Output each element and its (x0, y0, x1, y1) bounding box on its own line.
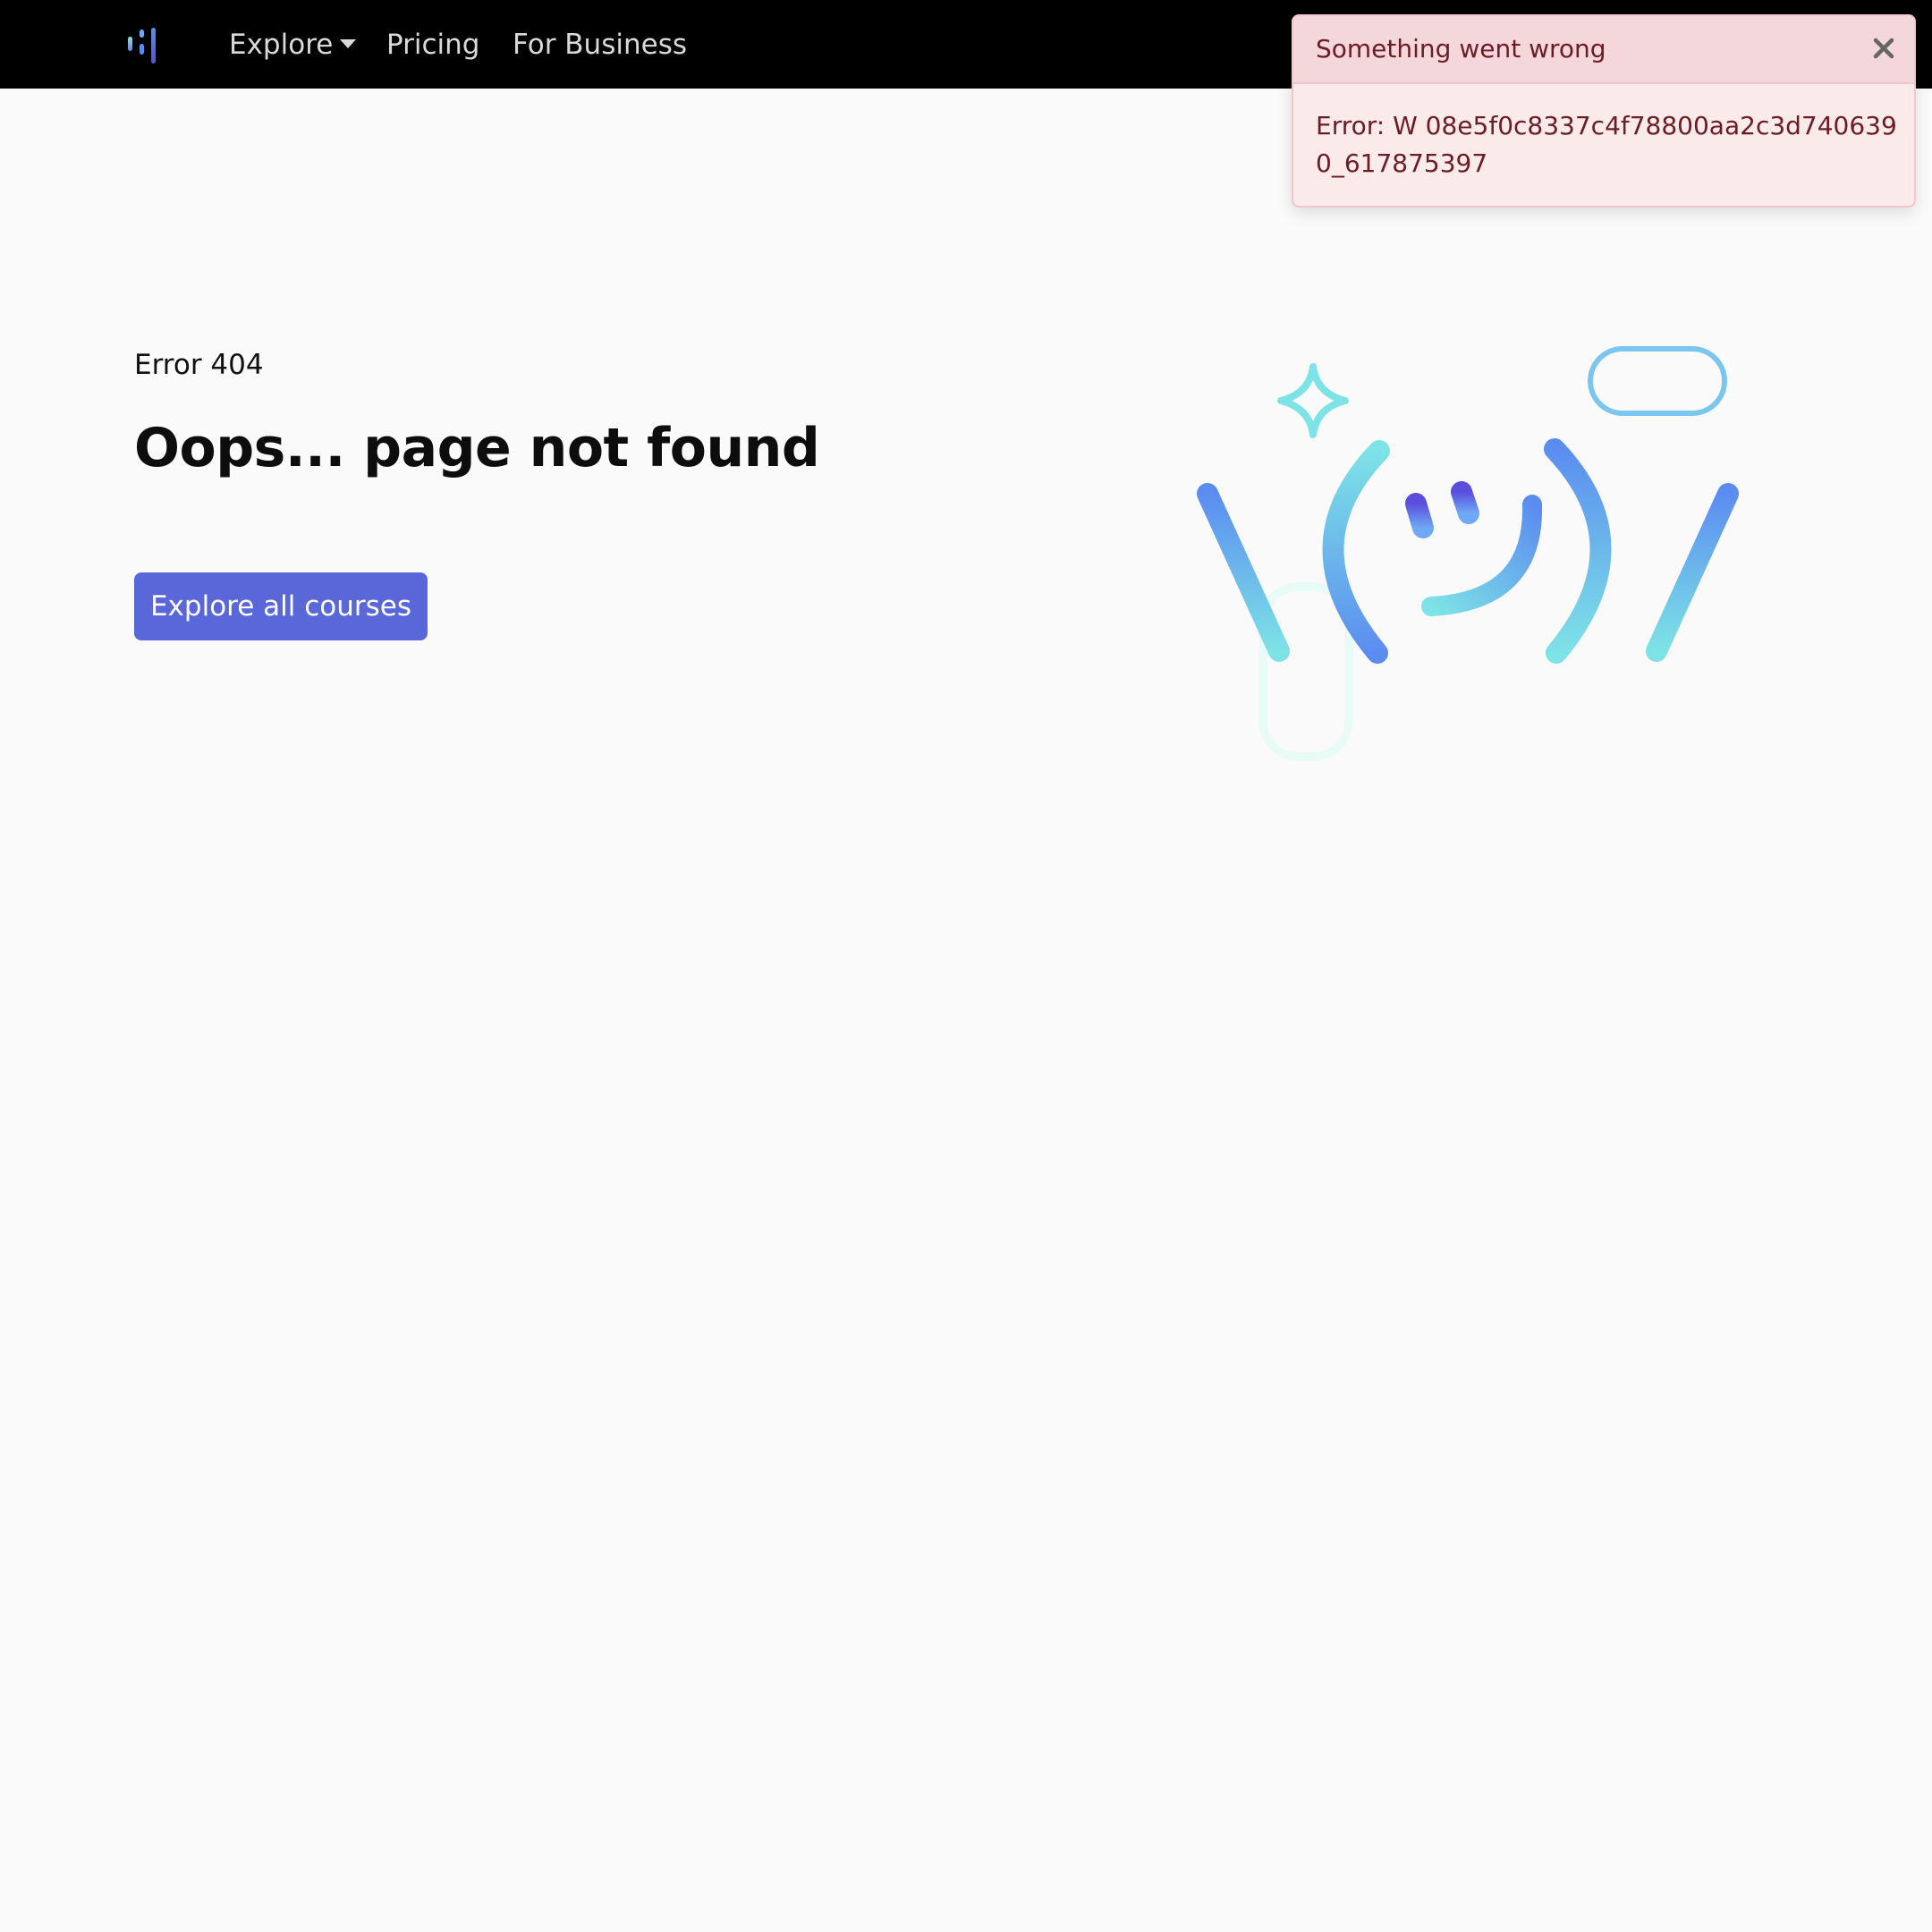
right-eye (1451, 481, 1479, 524)
right-paren (1544, 438, 1612, 664)
close-icon[interactable] (1866, 30, 1902, 66)
explore-courses-button[interactable]: Explore all courses (134, 572, 428, 640)
nav-explore[interactable]: Explore (229, 24, 357, 65)
error-toast: Something went wrong Error: W 08e5f0c833… (1292, 14, 1916, 208)
nav-pricing[interactable]: Pricing (386, 24, 480, 65)
right-arm-stroke (1646, 483, 1739, 662)
toast-title: Something went wrong (1316, 34, 1606, 64)
toast-header: Something went wrong (1293, 16, 1914, 84)
nav-explore-label: Explore (229, 29, 334, 61)
left-paren (1322, 440, 1390, 664)
bars-logo-icon[interactable] (125, 26, 161, 65)
page-title: Oops... page not found (134, 417, 820, 479)
caret-down-icon (340, 38, 357, 48)
ghost-shape (1258, 582, 1353, 761)
error-code-label: Error 404 (134, 349, 264, 381)
shrug-emoticon-illustration (1137, 346, 1797, 761)
speech-bubble-outline (1588, 346, 1727, 416)
left-arm-stroke (1197, 483, 1290, 662)
nav-for-business[interactable]: For Business (513, 24, 687, 65)
sparkle-icon (1277, 363, 1349, 438)
smile (1421, 495, 1543, 616)
toast-message: Error: W 08e5f0c8337c4f78800aa2c3d740639… (1316, 111, 1897, 178)
left-eye (1405, 493, 1434, 538)
